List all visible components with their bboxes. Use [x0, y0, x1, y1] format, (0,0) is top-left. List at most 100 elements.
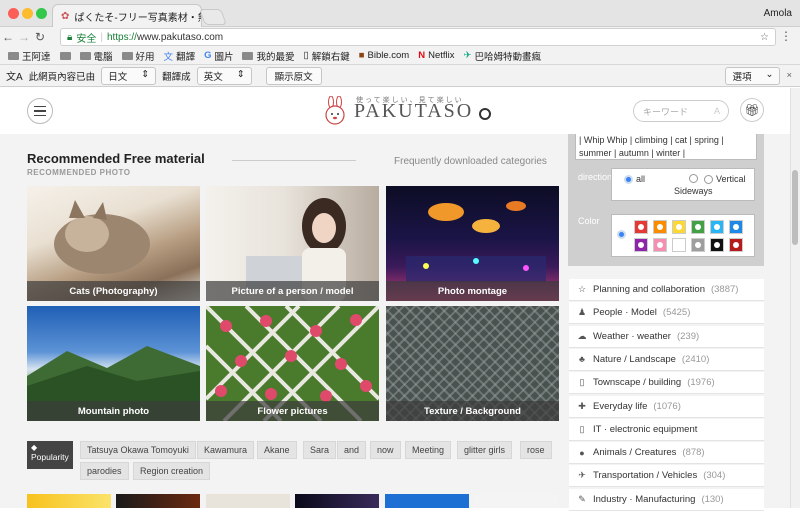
back-arrow-icon[interactable]: ← [0, 30, 16, 44]
photo-tile-flowers[interactable]: Flower pictures [206, 306, 379, 421]
search-input[interactable]: キーワード A [633, 100, 729, 122]
target-language-select[interactable]: 英文 ⇕ [196, 66, 252, 85]
hamburger-menu-button[interactable] [27, 98, 53, 124]
close-translate-icon[interactable]: × [786, 70, 792, 81]
color-swatch[interactable] [653, 238, 667, 252]
category-item[interactable]: ♟ People · Model (5425) [569, 302, 764, 325]
photo-tile-montage[interactable]: Photo montage [386, 186, 559, 301]
category-item[interactable]: ✎ Industry · Manufacturing (130) [569, 488, 764, 511]
radio-vertical[interactable]: Vertical [704, 174, 746, 184]
close-window-button[interactable] [8, 8, 19, 19]
thumbnail[interactable] [27, 494, 111, 508]
category-count: (130) [701, 493, 724, 505]
folder-icon [242, 51, 254, 60]
source-language-select[interactable]: 日文 ⇕ [101, 66, 157, 85]
thumbnail[interactable] [385, 494, 469, 508]
bookmark-item[interactable]: 好用 [121, 49, 155, 63]
color-swatch[interactable] [710, 238, 724, 252]
category-label: People · Model [593, 307, 657, 319]
tag-item[interactable]: Sara [303, 441, 337, 459]
category-count: (304) [703, 470, 726, 482]
color-swatch[interactable] [729, 238, 743, 252]
address-toolbar: ← → ↻ 🔒︎ 安全 | https://www.pakutaso.com ☆… [0, 27, 800, 47]
translate-prefix: 此網頁內容已由 [28, 71, 96, 83]
photo-tile-cats[interactable]: Cats (Photography) [27, 186, 200, 301]
tag-item[interactable]: Meeting [405, 441, 452, 459]
reload-icon[interactable]: ↻ [32, 30, 48, 44]
tag-item[interactable]: and [337, 441, 367, 459]
category-icon: ✈ [578, 470, 586, 481]
bookmark-item[interactable]: N Netflix [418, 50, 454, 61]
translate-options-select[interactable]: 選項 ⌄ [725, 66, 781, 85]
show-original-button[interactable]: 顯示原文 [265, 66, 322, 85]
profile-name[interactable]: Amola [764, 8, 792, 19]
bookmark-item[interactable]: 電腦 [79, 49, 113, 63]
category-count: (2410) [681, 353, 710, 365]
tag-item[interactable]: parodies [80, 462, 129, 480]
category-item[interactable]: ☁ Weather · weather (239) [569, 325, 764, 348]
bookmark-item[interactable]: ▯ 解鎖右鍵 [304, 49, 350, 63]
category-item[interactable]: ✚ Everyday life (1076) [569, 395, 764, 418]
color-label: Color [578, 216, 600, 226]
color-swatch[interactable] [672, 238, 686, 252]
search-icon[interactable]: A [714, 106, 720, 116]
tag-item[interactable]: rose [520, 441, 552, 459]
tag-item[interactable]: Akane [257, 441, 297, 459]
radio-all[interactable]: all [624, 174, 645, 184]
color-swatch[interactable] [634, 238, 648, 252]
bookmark-item[interactable]: ■ Bible.com [359, 50, 409, 61]
tag-item[interactable]: Tatsuya Okawa Tomoyuki [80, 441, 196, 459]
category-item[interactable]: ▯ IT · electronic equipment [569, 418, 764, 441]
category-icon: ✚ [578, 400, 586, 411]
translate-icon: 文 [163, 51, 174, 63]
minimize-window-button[interactable] [22, 8, 33, 19]
scrollbar-track[interactable] [790, 88, 800, 508]
category-item[interactable]: ☆ Planning and collaboration (3887) [569, 279, 764, 301]
bookmark-item[interactable]: 我的最愛 [242, 49, 295, 63]
bookmark-item[interactable] [59, 51, 71, 60]
bookmark-star-icon[interactable]: ☆ [760, 32, 769, 43]
bookmark-item[interactable]: 王阿達 [8, 49, 51, 63]
tag-item[interactable]: Region creation [133, 462, 211, 480]
gift-button[interactable]: 🎁︎ [740, 98, 764, 122]
color-swatch[interactable] [691, 238, 705, 252]
category-label: Industry · Manufacturing [593, 493, 696, 505]
category-item[interactable]: ♣ Nature / Landscape (2410) [569, 348, 764, 371]
tag-item[interactable]: glitter girls [457, 441, 513, 459]
color-swatch[interactable] [672, 220, 686, 234]
bookmark-item[interactable]: 文翻譯 [164, 49, 196, 63]
photo-tile-mountain[interactable]: Mountain photo [27, 306, 200, 421]
category-item[interactable]: ▯ Townscape / building (1976) [569, 372, 764, 395]
thumbnail[interactable] [116, 494, 200, 508]
color-swatch[interactable] [691, 220, 705, 234]
forward-arrow-icon[interactable]: → [16, 30, 32, 44]
category-label: IT · electronic equipment [593, 423, 698, 435]
color-swatch[interactable] [653, 220, 667, 234]
url-bar[interactable]: 🔒︎ 安全 | https://www.pakutaso.com ☆ [60, 28, 776, 46]
new-tab-button[interactable] [199, 9, 227, 25]
browser-tab[interactable]: ✿ ぱくたそ-フリー写真素材・無料 × [52, 4, 202, 27]
lock-icon: 🔒︎ [67, 31, 73, 43]
thumbnail[interactable] [206, 494, 290, 508]
category-icon: ▯ [579, 377, 585, 388]
tag-item[interactable]: Kawamura [197, 441, 255, 459]
category-item[interactable]: ● Animals / Creatures (878) [569, 442, 764, 465]
tile-label: Mountain photo [27, 401, 200, 421]
thumbnail[interactable] [295, 494, 379, 508]
color-swatch[interactable] [634, 220, 648, 234]
color-any-radio[interactable] [617, 230, 626, 239]
thumbnail[interactable] [474, 494, 558, 508]
bookmark-item[interactable]: G 圖片 [204, 49, 233, 63]
category-count: (1976) [687, 377, 715, 389]
photo-tile-texture[interactable]: Texture / Background [386, 306, 559, 421]
bookmark-item[interactable]: ✈ 巴哈姆特動畫瘋 [464, 49, 541, 63]
color-swatch[interactable] [729, 220, 743, 234]
menu-dots-icon[interactable]: ⋮ [780, 29, 792, 43]
zoom-window-button[interactable] [36, 8, 47, 19]
tag-item[interactable]: now [370, 441, 401, 459]
scrollbar-thumb[interactable] [792, 170, 798, 245]
frequent-categories-link[interactable]: Frequently downloaded categories [394, 156, 547, 167]
photo-tile-person[interactable]: Picture of a person / model [206, 186, 379, 301]
category-item[interactable]: ✈ Transportation / Vehicles (304) [569, 465, 764, 488]
color-swatch[interactable] [710, 220, 724, 234]
